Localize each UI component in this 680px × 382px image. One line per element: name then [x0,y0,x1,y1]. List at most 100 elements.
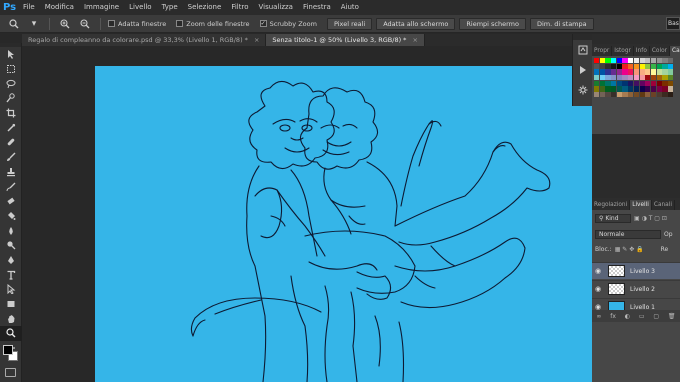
filter-icons[interactable]: ▣ ◑ T ▢ ⊡ [634,215,667,222]
color-swatch[interactable] [633,92,640,98]
color-swatch[interactable] [667,69,674,75]
color-swatch[interactable] [611,58,617,64]
color-swatch[interactable] [599,69,605,75]
tab-livelli[interactable]: Livelli [630,200,652,210]
scrubby-zoom-checkbox[interactable]: ✓ Scrubby Zoom [259,20,317,28]
color-swatch[interactable] [605,69,611,75]
zoom-tool-icon[interactable] [0,326,22,341]
tab-info[interactable]: Info [634,46,650,56]
menu-visualizza[interactable]: Visualizza [253,0,297,15]
color-swatch[interactable] [645,63,651,69]
tab-senza-titolo[interactable]: Senza titolo-1 @ 50% (Livello 3, RGB/8) … [266,34,425,46]
color-swatch[interactable] [616,63,623,69]
menu-type[interactable]: Type [157,0,183,15]
color-swatch[interactable] [628,92,634,98]
color-swatch[interactable] [628,58,634,64]
color-swatch[interactable] [599,80,605,87]
color-swatch[interactable] [667,80,674,87]
tab-campi[interactable]: Campi [670,46,680,56]
kind-dropdown[interactable]: ⚲ Kind [595,214,631,223]
color-swatch[interactable] [645,58,651,64]
color-swatch[interactable] [639,58,645,64]
rectangle-tool-icon[interactable] [0,297,22,312]
color-swatch[interactable] [639,86,645,92]
menu-immagine[interactable]: Immagine [79,0,124,15]
color-swatch[interactable] [650,63,657,69]
pixel-reali-button[interactable]: Pixel reali [326,17,373,30]
foreground-color-swatch[interactable] [3,345,13,355]
color-swatch[interactable] [656,80,662,87]
close-icon[interactable]: × [254,34,259,46]
color-swatch[interactable] [667,58,674,64]
clone-stamp-tool-icon[interactable] [0,165,22,180]
history-brush-tool-icon[interactable] [0,179,22,194]
menu-filtro[interactable]: Filtro [226,0,253,15]
menu-livello[interactable]: Livello [124,0,156,15]
color-swatch[interactable] [639,63,645,69]
color-swatch[interactable] [622,69,628,75]
fx-icon[interactable]: fx [610,313,616,320]
color-swatch[interactable] [633,69,640,75]
healing-brush-tool-icon[interactable] [0,135,22,150]
layer-row[interactable]: ◉ Livello 3 [592,262,680,279]
color-swatch[interactable] [616,75,623,81]
checkbox-box[interactable] [108,20,115,27]
link-layers-icon[interactable]: ∞ [596,313,601,320]
color-swatch[interactable] [645,80,651,87]
lock-icons[interactable]: ▦ ✎ ✥ 🔒 [615,246,644,253]
menu-finestra[interactable]: Finestra [298,0,336,15]
tab-propr[interactable]: Propr [592,46,613,56]
document-canvas[interactable] [95,66,641,382]
color-swatch[interactable] [639,92,645,98]
marquee-tool-icon[interactable] [0,62,22,77]
color-swatch[interactable] [650,86,657,92]
quick-selection-tool-icon[interactable] [0,91,22,106]
color-swatch[interactable] [616,86,623,92]
color-swatch[interactable] [611,69,617,75]
color-swatch[interactable] [622,63,628,69]
eye-icon[interactable]: ◉ [592,285,604,293]
color-swatch[interactable] [616,58,623,64]
color-swatch[interactable] [650,69,657,75]
color-swatch[interactable] [628,86,634,92]
color-swatch[interactable] [628,69,634,75]
tab-istogr[interactable]: Istogr [612,46,634,56]
dim-stampa-button[interactable]: Dim. di stampa [529,17,594,30]
color-swatch[interactable] [599,75,605,81]
checkbox-box-checked[interactable]: ✓ [259,20,267,27]
quick-mask-icon[interactable] [5,368,16,377]
color-swatch[interactable] [622,58,628,64]
color-swatch[interactable] [611,92,617,98]
color-swatch[interactable] [622,86,628,92]
adjustments-panel-icon[interactable] [573,80,593,100]
new-layer-icon[interactable]: ▢ [653,313,659,320]
color-swatch[interactable] [599,92,605,98]
color-swatch[interactable] [611,63,617,69]
color-swatch[interactable] [667,86,674,92]
eyedropper-tool-icon[interactable] [0,120,22,135]
tab-regolazioni[interactable]: Regolazioni [592,200,631,210]
color-swatch[interactable] [616,69,623,75]
color-swatch[interactable] [662,58,668,64]
color-swatch[interactable] [662,75,668,81]
layer-row[interactable]: ◉ Livello 2 [592,280,680,297]
color-swatch[interactable] [628,80,634,87]
color-swatch[interactable] [656,69,662,75]
color-swatch[interactable] [622,92,628,98]
color-swatch[interactable] [650,92,657,98]
path-selection-tool-icon[interactable] [0,282,22,297]
color-swatch[interactable] [605,86,611,92]
color-swatch[interactable] [611,80,617,87]
color-swatch[interactable] [667,75,674,81]
color-swatch[interactable] [650,75,657,81]
tab-canali[interactable]: Canali [652,200,675,210]
menu-file[interactable]: File [18,0,40,15]
color-swatch[interactable] [633,80,640,87]
type-tool-icon[interactable] [0,267,22,282]
color-swatch[interactable] [667,92,674,98]
color-swatch[interactable] [650,80,657,87]
move-tool-icon[interactable] [0,47,22,62]
color-swatch[interactable] [605,75,611,81]
workspace-button[interactable]: Base [666,17,680,30]
color-swatch[interactable] [628,75,634,81]
